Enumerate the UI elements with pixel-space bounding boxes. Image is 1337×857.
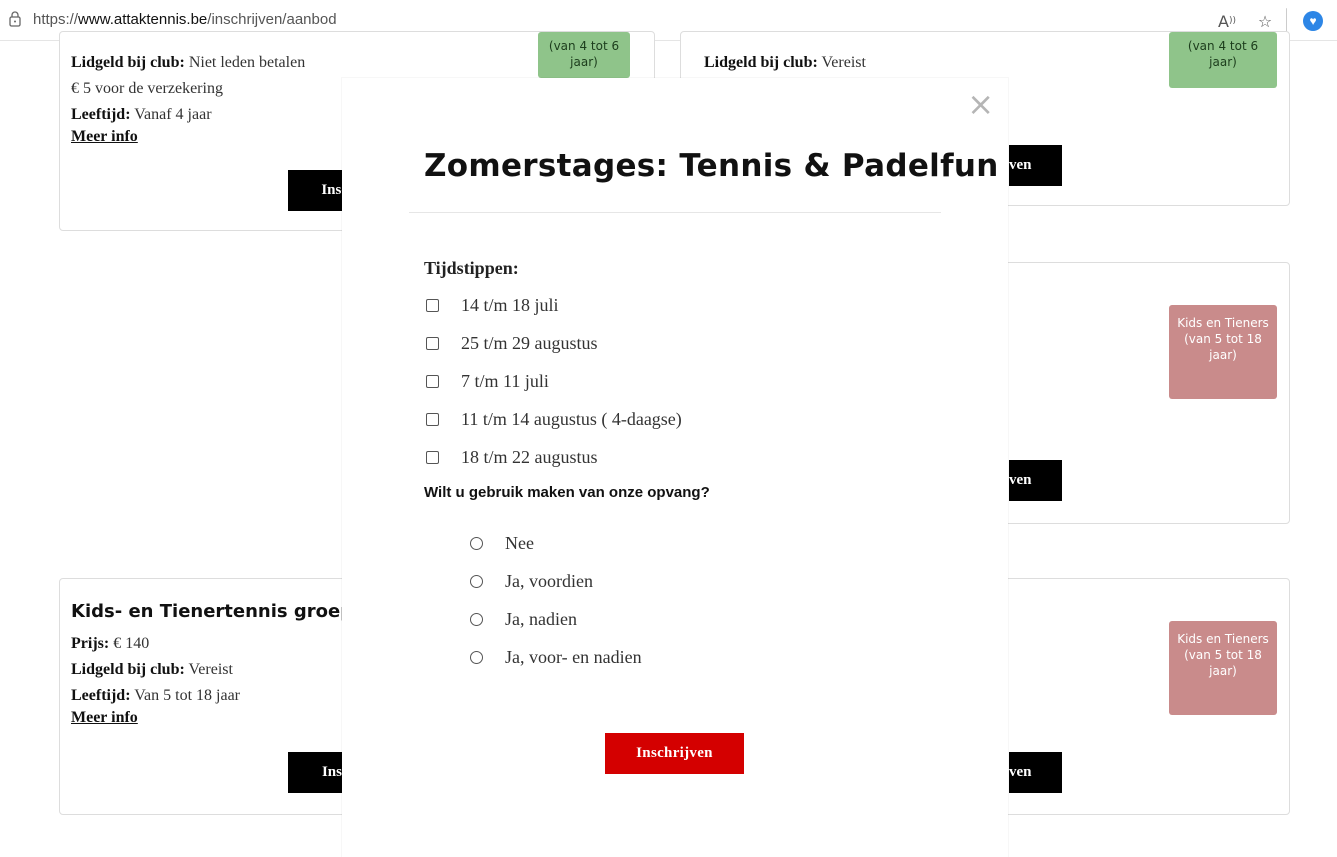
star-icon[interactable]: ☆ xyxy=(1254,10,1276,32)
opvang-option[interactable]: Ja, nadien xyxy=(470,600,642,638)
url-host: www.attaktennis.be xyxy=(78,11,208,28)
meer-info-link[interactable]: Meer info xyxy=(71,709,240,727)
checkbox[interactable] xyxy=(426,450,439,464)
card-age: Leeftijd: Vanaf 4 jaar xyxy=(71,106,212,123)
time-option[interactable]: 25 t/m 29 augustus xyxy=(426,324,682,362)
site-info-icon[interactable] xyxy=(6,10,24,28)
time-option[interactable]: 18 t/m 22 augustus xyxy=(426,438,682,476)
card-insurance: € 5 voor de verzekering xyxy=(71,80,223,97)
course-modal: × Zomerstages: Tennis & Padelfun Tijdsti… xyxy=(342,78,1008,857)
url-scheme: https:// xyxy=(33,11,79,28)
radio-button[interactable] xyxy=(470,536,483,550)
checkbox[interactable] xyxy=(426,374,439,388)
times-checkbox-group: 14 t/m 18 juli 25 t/m 29 augustus 7 t/m … xyxy=(426,286,682,476)
inschrijven-button[interactable]: ven xyxy=(1009,752,1062,793)
read-aloud-icon[interactable]: A)) xyxy=(1216,10,1238,32)
card-age: Leeftijd: Van 5 tot 18 jaar xyxy=(71,687,240,704)
age-badge: Kids en Tieners (van 5 tot 18 jaar) xyxy=(1169,621,1277,715)
age-badge: (van 4 tot 6 jaar) xyxy=(1169,32,1277,88)
opvang-question: Wilt u gebruik maken van onze opvang? xyxy=(424,484,710,501)
age-badge: (van 4 tot 6 jaar) xyxy=(538,32,630,78)
checkbox[interactable] xyxy=(426,336,439,350)
meer-info-link[interactable]: Meer info xyxy=(71,128,305,146)
inschrijven-button[interactable]: ven xyxy=(1009,145,1062,186)
age-badge: Kids en Tieners (van 5 tot 18 jaar) xyxy=(1169,305,1277,399)
address-bar[interactable]: https://www.attaktennis.be/inschrijven/a… xyxy=(33,11,337,28)
title-divider xyxy=(409,212,941,213)
times-label: Tijdstippen: xyxy=(424,258,519,278)
opvang-option[interactable]: Ja, voordien xyxy=(470,562,642,600)
shield-icon[interactable]: ♥ xyxy=(1303,11,1323,31)
opvang-option[interactable]: Ja, voor- en nadien xyxy=(470,638,642,676)
radio-button[interactable] xyxy=(470,612,483,626)
modal-title: Zomerstages: Tennis & Padelfun xyxy=(424,148,999,184)
card-lidgeld: Lidgeld bij club: Niet leden betalen xyxy=(71,54,306,71)
card-lidgeld: Lidgeld bij club: Vereist xyxy=(71,661,233,678)
inschrijven-button[interactable]: ven xyxy=(1009,460,1062,501)
radio-button[interactable] xyxy=(470,574,483,588)
time-option[interactable]: 14 t/m 18 juli xyxy=(426,286,682,324)
opvang-radio-group: Nee Ja, voordien Ja, nadien Ja, voor- en… xyxy=(470,524,642,676)
inschrijven-button[interactable]: Ins xyxy=(288,752,342,793)
checkbox[interactable] xyxy=(426,298,439,312)
card-price: Prijs: € 140 xyxy=(71,635,150,652)
url-path: /inschrijven/aanbod xyxy=(207,11,337,28)
checkbox[interactable] xyxy=(426,412,439,426)
time-option[interactable]: 11 t/m 14 augustus ( 4-daagse) xyxy=(426,400,682,438)
opvang-option[interactable]: Nee xyxy=(470,524,642,562)
submit-button[interactable]: Inschrijven xyxy=(605,733,744,774)
time-option[interactable]: 7 t/m 11 juli xyxy=(426,362,682,400)
card-lidgeld: Lidgeld bij club: Vereist xyxy=(704,54,866,71)
radio-button[interactable] xyxy=(470,650,483,664)
inschrijven-button[interactable]: Insc xyxy=(288,170,348,211)
close-icon[interactable]: × xyxy=(967,88,994,120)
